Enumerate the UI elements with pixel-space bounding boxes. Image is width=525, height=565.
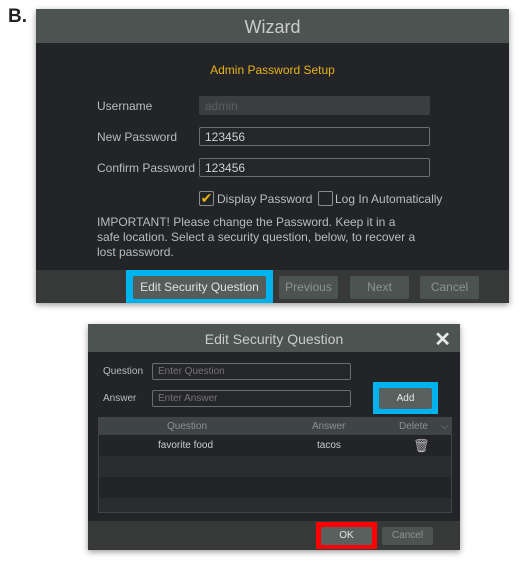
table-row[interactable]: favorite food tacos 🗑 [99,435,451,456]
add-button[interactable]: Add [379,388,432,409]
column-header-answer: Answer [312,421,346,432]
question-input[interactable] [152,363,351,380]
security-question-dialog: Edit Security Question ✕ Question Answer… [88,324,460,550]
row-answer: tacos [317,440,341,451]
auto-login-label: Log In Automatically [335,192,443,206]
edit-security-question-button[interactable]: Edit Security Question [133,276,266,299]
table-header: Question Answer Delete ⌵ [99,418,451,435]
answer-label: Answer [103,393,137,404]
trash-icon[interactable]: 🗑 [413,435,430,456]
username-label: Username [97,99,153,113]
column-header-delete: Delete [399,421,428,432]
important-notice: IMPORTANT! Please change the Password. K… [97,215,416,259]
wizard-title: Wizard [36,9,509,43]
question-label: Question [103,366,144,377]
row-question: favorite food [158,440,214,451]
checkmark-icon: ✔ [200,190,213,206]
confirm-password-field[interactable]: 123456 [199,158,430,177]
new-password-label: New Password [97,130,178,144]
column-header-question: Question [167,421,208,432]
close-icon[interactable]: ✕ [434,327,451,352]
dialog-title: Edit Security Question [88,324,460,352]
ok-button[interactable]: OK [321,527,372,545]
dialog-cancel-button[interactable]: Cancel [382,527,433,545]
figure-label: B. [8,6,27,27]
new-password-field[interactable]: 123456 [199,127,430,146]
answer-input[interactable] [152,390,351,407]
display-password-label: Display Password [217,192,313,206]
next-button[interactable]: Next [350,276,409,299]
display-password-checkbox[interactable]: ✔ [199,191,214,206]
section-title: Admin Password Setup [210,63,335,77]
cancel-button[interactable]: Cancel [420,276,479,299]
previous-button[interactable]: Previous [279,276,338,299]
auto-login-checkbox[interactable] [318,191,333,206]
username-field[interactable]: admin [199,96,430,115]
question-table: Question Answer Delete ⌵ favorite food t… [98,417,452,513]
confirm-password-label: Confirm Password [97,161,196,175]
wizard-dialog: Wizard Admin Password Setup Username adm… [36,9,509,303]
chevron-down-icon[interactable]: ⌵ [441,418,448,435]
